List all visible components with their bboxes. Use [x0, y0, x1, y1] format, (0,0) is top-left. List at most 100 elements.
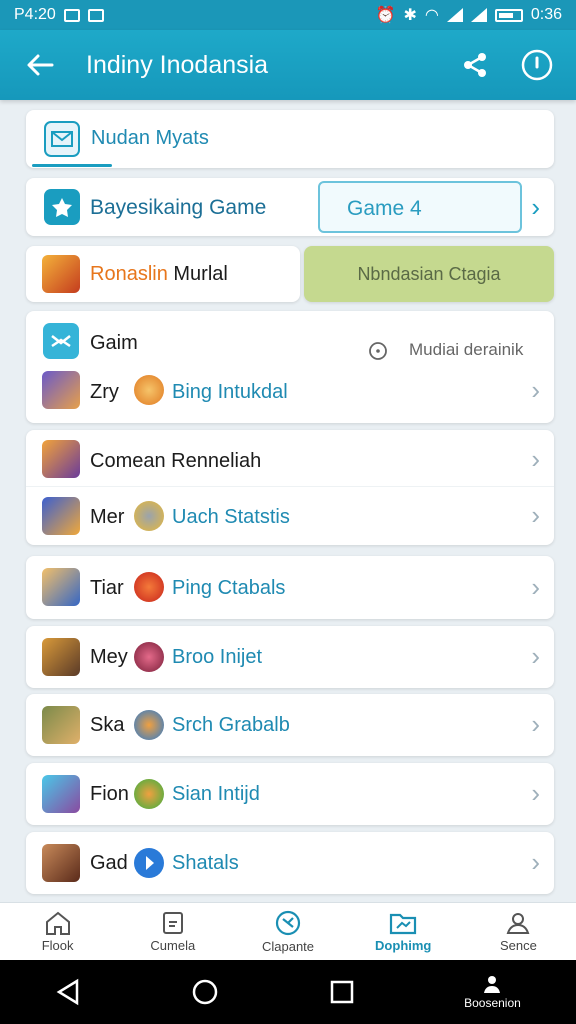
group-title: Comean Renneliah — [90, 450, 262, 472]
wifi-icon: ◠ — [424, 7, 439, 24]
chevron-right-icon[interactable]: › — [531, 194, 540, 220]
nav-item-folder[interactable]: Dophimg — [346, 903, 461, 960]
badge-icon — [134, 501, 164, 531]
alarm-icon: ⏰ — [375, 7, 396, 24]
header-card-underline — [32, 164, 112, 167]
game-name: Tiar — [90, 577, 124, 599]
share-button[interactable] — [444, 30, 506, 100]
header-card-label: Nudan Myats — [91, 127, 209, 149]
gamepad-icon — [43, 323, 79, 359]
nav-label: Dophimg — [375, 938, 432, 953]
game-sub: Sian Intijd — [172, 783, 260, 805]
game-sub: Ping Ctabals — [172, 577, 286, 599]
nav-item-clock[interactable]: Clapante — [230, 903, 345, 960]
promo-left-label: Ronaslin Murlal — [90, 263, 228, 285]
game-art-icon — [42, 497, 80, 535]
badge-icon — [134, 779, 164, 809]
info-button[interactable] — [506, 30, 568, 100]
recents-square-icon[interactable] — [330, 980, 354, 1004]
chevron-right-icon[interactable]: › — [531, 446, 540, 472]
header-card[interactable]: Nudan Myats — [26, 110, 554, 168]
badge-icon — [134, 375, 164, 405]
group-card-gaim: Gaim Mudiai derainik Zry Bing Intukdal › — [26, 311, 554, 423]
status-bar: P4:20 ⏰ ✱ ◠ 0:36 — [0, 0, 576, 30]
chevron-right-icon[interactable]: › — [531, 502, 540, 528]
nav-item-person[interactable]: Sence — [461, 903, 576, 960]
promo-right-label: Nbndasian Ctagia — [357, 264, 501, 284]
nav-item-document[interactable]: Cumela — [115, 903, 230, 960]
game-name: Gad — [90, 852, 128, 874]
profile-shortcut[interactable]: Boosenion — [464, 974, 521, 1010]
game-sub: Uach Statstis — [172, 506, 290, 528]
game-name: Mer — [90, 506, 125, 528]
system-nav-bar: Boosenion — [0, 960, 576, 1024]
battery-icon — [494, 8, 523, 22]
badge-icon — [134, 848, 164, 878]
bluetooth-icon: ✱ — [403, 7, 417, 24]
app-bar: Indiny Inodansia — [0, 30, 576, 100]
promo-left-card[interactable]: Ronaslin Murlal — [26, 246, 300, 302]
home-circle-icon[interactable] — [191, 978, 219, 1006]
list-item[interactable]: Ska Srch Grabalb › — [26, 694, 554, 756]
chevron-right-icon: › — [531, 778, 540, 808]
notification-icon — [87, 8, 104, 22]
list-item[interactable]: Fion Sian Intijd › — [26, 763, 554, 825]
chevron-right-icon[interactable]: › — [531, 377, 540, 403]
badge-icon — [134, 572, 164, 602]
person-icon — [507, 913, 530, 934]
game-input-value: Game 4 — [347, 197, 422, 220]
arrow-left-icon — [27, 54, 54, 76]
chevron-right-icon: › — [531, 709, 540, 739]
badge-icon — [134, 642, 164, 672]
page-title: Indiny Inodansia — [86, 50, 269, 79]
game-art-icon — [42, 775, 80, 813]
folder-icon — [390, 913, 417, 935]
game-select-row[interactable]: Bayesikaing Game Game 4 › — [26, 178, 554, 236]
promo-right-button[interactable]: Nbndasian Ctagia — [304, 246, 554, 302]
badge-icon — [134, 710, 164, 740]
game-input[interactable]: Game 4 — [318, 181, 522, 233]
back-triangle-icon[interactable] — [55, 978, 81, 1006]
game-sub: Bing Intukdal — [172, 381, 288, 403]
share-icon — [464, 53, 486, 77]
game-sub: Srch Grabalb — [172, 714, 290, 736]
group-title: Gaim — [90, 332, 138, 354]
clock-icon — [275, 910, 301, 936]
person-icon — [484, 976, 501, 993]
game-art-icon — [42, 371, 80, 409]
game-name: Ska — [90, 714, 125, 736]
game-art-icon — [42, 255, 80, 293]
game-sub: Shatals — [172, 852, 239, 874]
nav-label: Flook — [41, 938, 74, 953]
nav-item-home[interactable]: Flook — [0, 903, 115, 960]
game-art-icon — [42, 706, 80, 744]
info-icon — [521, 49, 553, 81]
home-icon — [45, 911, 70, 935]
game-name: Mey — [90, 646, 128, 668]
group-card-comean: Comean Renneliah › Mer Uach Statstis › — [26, 430, 554, 545]
status-time: P4:20 — [14, 6, 56, 23]
game-name: Zry — [90, 381, 119, 403]
back-button[interactable] — [0, 30, 80, 100]
signal-icon — [446, 8, 463, 22]
game-art-icon — [42, 844, 80, 882]
nav-label: Cumela — [150, 938, 196, 953]
bottom-nav: Flook Cumela Clapante Dophimg Sence — [0, 902, 576, 960]
list-item[interactable]: Gad Shatals › — [26, 832, 554, 894]
info-icon[interactable] — [368, 341, 388, 361]
status-clock: 0:36 — [530, 6, 562, 23]
profile-label: Boosenion — [464, 996, 521, 1010]
nav-label: Sence — [499, 938, 537, 953]
mail-icon — [44, 121, 80, 157]
document-icon — [162, 912, 183, 934]
game-name: Fion — [90, 783, 129, 805]
list-item[interactable]: Mey Broo Inijet › — [26, 626, 554, 688]
list-item[interactable]: Tiar Ping Ctabals › — [26, 556, 554, 619]
group-info-text: Mudiai derainik — [409, 340, 524, 359]
chevron-right-icon: › — [531, 847, 540, 877]
game-sub: Broo Inijet — [172, 646, 263, 668]
star-icon — [44, 189, 80, 225]
chevron-right-icon: › — [531, 641, 540, 671]
signal-icon — [470, 8, 487, 22]
divider — [26, 486, 554, 487]
